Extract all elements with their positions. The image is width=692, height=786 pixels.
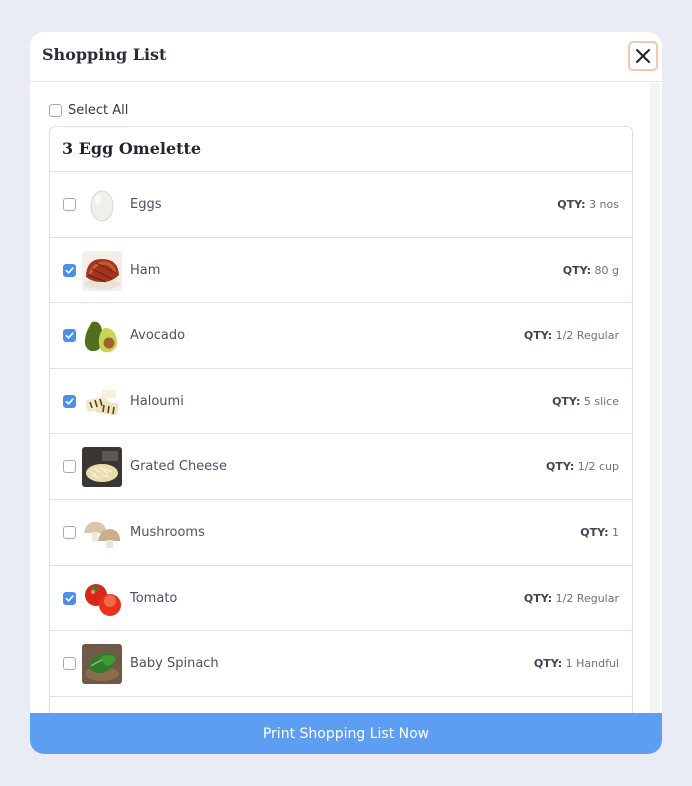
close-icon (636, 49, 650, 63)
list-item[interactable]: Grated Cheese QTY: 1/2 cup (50, 434, 632, 500)
item-quantity: QTY: 1 Handful (534, 657, 619, 670)
item-checkbox[interactable] (63, 198, 76, 211)
mushroom-icon (82, 512, 122, 553)
quantity-label: QTY: (533, 657, 563, 671)
quantity-value: 1 Handful (565, 657, 619, 671)
scrollbar[interactable] (650, 83, 660, 713)
quantity-value: 1/2 cup (577, 460, 619, 474)
item-name: Mushrooms (130, 524, 205, 540)
shopping-list-scroll-area[interactable]: Select All 3 Egg Omelette Eggs QTY: 3 nos… (30, 83, 662, 713)
checkmark-icon (65, 398, 74, 405)
quantity-value: 1 (612, 525, 619, 539)
select-all-checkbox[interactable] (49, 104, 62, 117)
item-name: Haloumi (130, 393, 184, 409)
list-item[interactable]: Ham QTY: 80 g (50, 238, 632, 304)
item-name: Avocado (130, 328, 186, 344)
item-quantity: QTY: 3 nos (557, 198, 619, 211)
quantity-label: QTY: (580, 525, 609, 539)
item-checkbox[interactable] (63, 657, 76, 671)
item-checkbox[interactable] (63, 394, 76, 408)
modal-header: Shopping List (30, 32, 662, 82)
item-name: Tomato (130, 590, 178, 606)
item-quantity: QTY: 80 g (563, 264, 619, 277)
item-name: Baby Spinach (130, 656, 219, 672)
item-checkbox[interactable] (63, 329, 76, 343)
spinach-icon (82, 644, 122, 685)
item-quantity: QTY: 1/2 Regular (524, 329, 619, 342)
item-quantity: QTY: 1 (580, 526, 619, 539)
quantity-label: QTY: (523, 329, 553, 343)
quantity-label: QTY: (523, 591, 553, 605)
item-name: Grated Cheese (130, 459, 227, 475)
print-shopping-list-button[interactable]: Print Shopping List Now (30, 713, 662, 754)
egg-icon (82, 185, 122, 225)
item-checkbox[interactable] (63, 591, 76, 605)
checkmark-icon (65, 332, 74, 339)
modal-title: Shopping List (42, 45, 167, 64)
quantity-value: 1/2 Regular (555, 591, 619, 605)
item-checkbox[interactable] (63, 460, 76, 474)
item-quantity: QTY: 1/2 cup (546, 460, 619, 473)
close-button[interactable] (628, 41, 658, 71)
ham-icon (82, 250, 122, 291)
haloumi-icon (82, 381, 122, 422)
grated-cheese-icon (82, 447, 122, 488)
item-name: Ham (130, 262, 161, 278)
checkmark-icon (65, 594, 74, 602)
tomato-icon (82, 578, 122, 619)
list-item[interactable]: Haloumi QTY: 5 slice (50, 369, 632, 435)
item-quantity: QTY: 1/2 Regular (524, 592, 619, 605)
recipe-card: 3 Egg Omelette Eggs QTY: 3 nos Ham QTY: 80 … (49, 126, 633, 713)
select-all-label: Select All (68, 103, 129, 118)
shopping-list-modal: Shopping List Select All 3 Egg Omelette … (30, 32, 662, 754)
list-item[interactable]: Baby Spinach QTY: 1 Handful (50, 631, 632, 697)
quantity-label: QTY: (552, 394, 581, 408)
list-item[interactable]: Mushrooms QTY: 1 (50, 500, 632, 566)
quantity-label: QTY: (557, 198, 586, 211)
quantity-value: 1/2 Regular (555, 329, 619, 343)
quantity-label: QTY: (562, 263, 592, 277)
quantity-label: QTY: (546, 460, 575, 474)
item-quantity: QTY: 5 slice (552, 395, 619, 408)
recipe-title: 3 Egg Omelette (50, 127, 632, 172)
list-item[interactable]: Avocado QTY: 1/2 Regular (50, 303, 632, 369)
item-checkbox[interactable] (63, 263, 76, 277)
list-item[interactable]: Eggs QTY: 3 nos (50, 172, 632, 238)
list-item[interactable]: Tomato QTY: 1/2 Regular (50, 566, 632, 632)
quantity-value: 80 g (594, 263, 619, 277)
avocado-icon (82, 316, 122, 357)
item-checkbox[interactable] (63, 525, 76, 539)
item-name: Eggs (130, 197, 162, 212)
quantity-value: 5 slice (583, 394, 619, 408)
select-all[interactable]: Select All (49, 103, 128, 118)
quantity-value: 3 nos (589, 198, 619, 211)
checkmark-icon (65, 266, 74, 274)
